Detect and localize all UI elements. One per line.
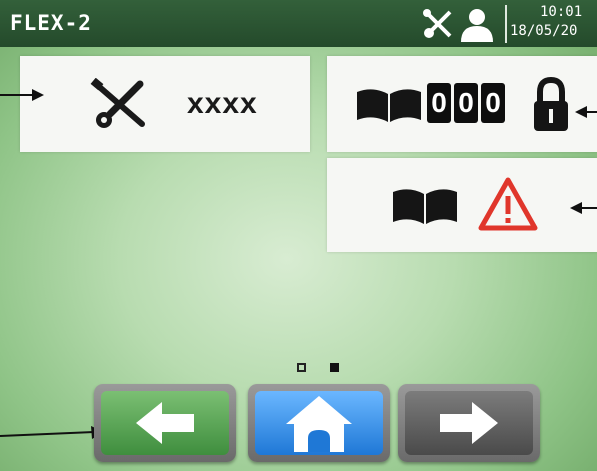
counter-digit: 0 — [481, 83, 505, 123]
home-button[interactable] — [248, 384, 390, 462]
counter-digit: 0 — [454, 83, 478, 123]
back-button[interactable] — [94, 384, 236, 462]
counter-panel[interactable]: 0 0 0 — [327, 56, 597, 152]
header-bar: FLEX-2 10:01 18/05/20 — [0, 0, 597, 47]
header-separator — [505, 5, 507, 43]
annotation-arrow-counter — [575, 106, 597, 118]
warning-triangle-icon — [478, 177, 538, 231]
clock-date: 18/05/20 — [510, 23, 578, 39]
page-indicator-1 — [297, 363, 306, 372]
counter-digit: 0 — [427, 83, 451, 123]
padlock-icon — [534, 76, 568, 131]
service-panel[interactable]: xxxx — [20, 56, 310, 152]
warning-panel[interactable] — [327, 158, 597, 252]
tools-icon[interactable] — [420, 6, 456, 42]
clock-time: 10:01 — [540, 4, 583, 20]
book-icon — [393, 189, 457, 224]
annotation-arrow-warning — [570, 202, 597, 214]
home-icon — [286, 396, 352, 452]
page-indicator-2-active — [330, 363, 339, 372]
user-icon[interactable] — [458, 6, 496, 44]
service-code: xxxx — [187, 87, 258, 120]
counter-digits: 0 0 0 — [427, 83, 505, 123]
annotation-arrow-service — [0, 89, 44, 101]
book-icon — [357, 89, 421, 122]
tools-icon — [90, 78, 145, 128]
arrow-right-icon — [440, 402, 498, 444]
device-title: FLEX-2 — [10, 11, 92, 35]
arrow-left-icon — [136, 402, 194, 444]
annotation-arrow-back — [0, 426, 104, 439]
device-screen: FLEX-2 10:01 18/05/20 xxxx 0 0 0 — [0, 0, 597, 471]
next-button[interactable] — [398, 384, 540, 462]
